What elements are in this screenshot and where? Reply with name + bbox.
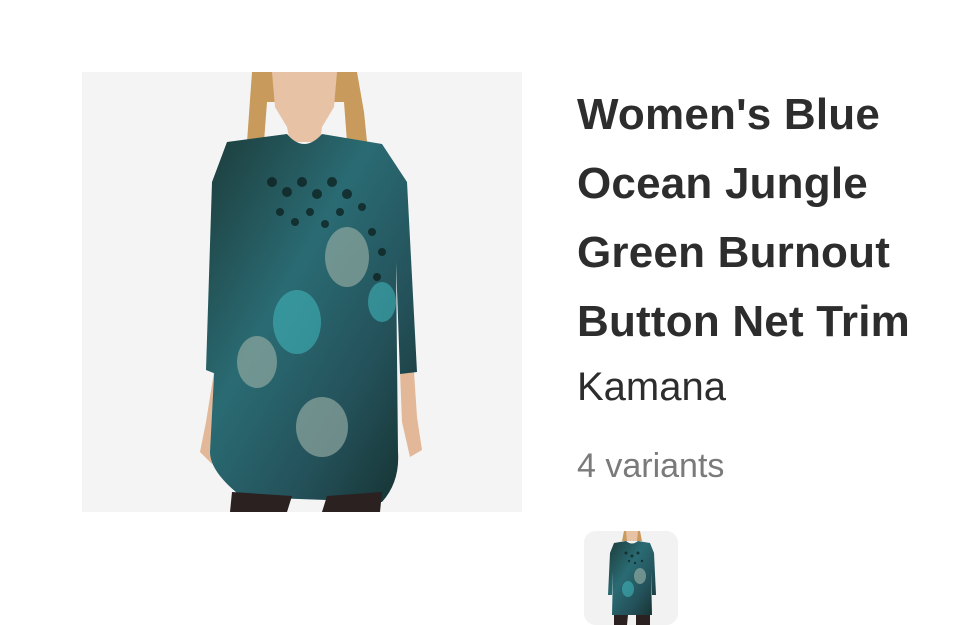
product-photo [82,72,522,512]
product-title[interactable]: Women's Blue Ocean Jungle Green Burnout … [577,80,952,356]
product-title-line: Button Net Trim [577,297,910,346]
variant-thumbnail-photo [584,531,678,625]
product-main-image[interactable] [82,72,522,512]
variant-thumbnail[interactable] [584,531,678,625]
product-title-line: Women's Blue [577,90,880,139]
product-info: Women's Blue Ocean Jungle Green Burnout … [577,80,952,488]
variants-count: 4 variants [577,447,725,485]
product-title-line: Ocean Jungle [577,159,868,208]
product-brand[interactable]: Kamana [577,356,952,418]
product-title-line: Green Burnout [577,228,891,277]
